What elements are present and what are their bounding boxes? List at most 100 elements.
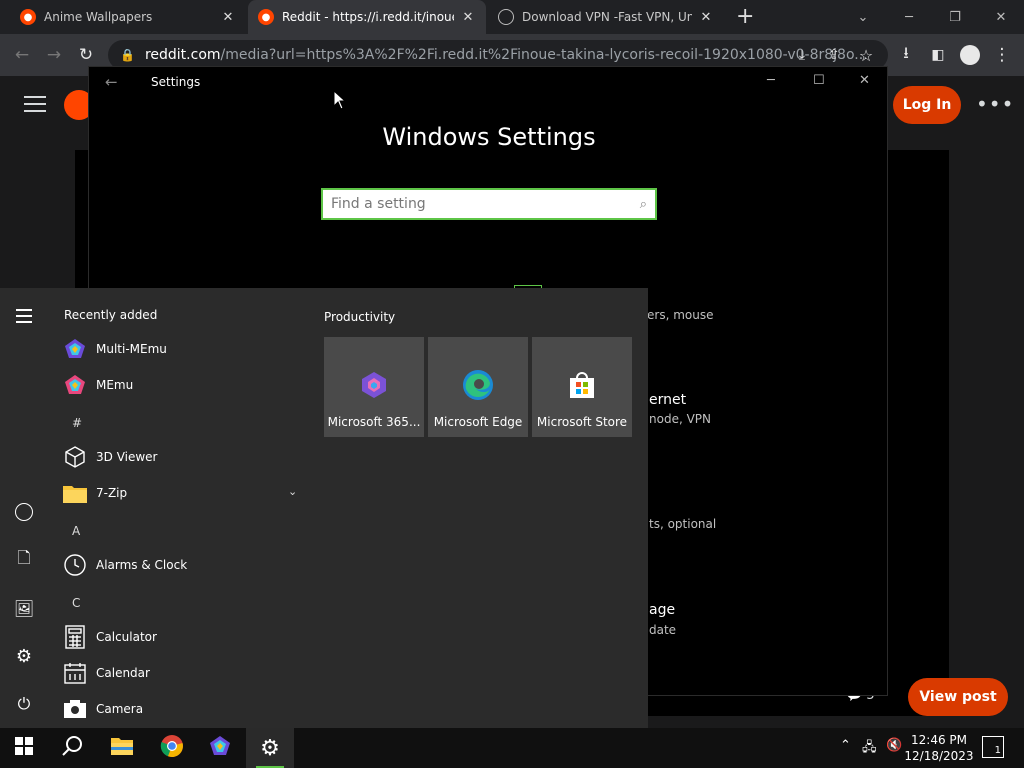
calendar-icon [62, 660, 88, 686]
apps-description: ts, optional [649, 517, 717, 531]
tab-reddit-active[interactable]: ● Reddit - https://i.redd.it/inoue-ta ✕ [248, 0, 486, 34]
app-label: Camera [96, 702, 144, 716]
app-camera[interactable]: Camera [62, 691, 302, 727]
reddit-menu-icon[interactable] [24, 96, 46, 112]
settings-titlebar[interactable]: ← Settings ─ ☐ ✕ [89, 67, 889, 99]
taskbar-settings[interactable]: ⚙ [246, 728, 294, 768]
app-label: 3D Viewer [96, 450, 158, 464]
tile-label: Microsoft 365... [327, 415, 421, 429]
search-icon [61, 735, 83, 761]
tile-microsoft-365[interactable]: Microsoft 365... [324, 337, 424, 437]
chevron-down-icon[interactable]: ⌄ [288, 485, 297, 498]
globe-icon [498, 9, 514, 25]
app-label: Alarms & Clock [96, 558, 188, 572]
tile-microsoft-edge[interactable]: Microsoft Edge [428, 337, 528, 437]
letter-header[interactable]: C [72, 596, 80, 610]
app-3d-viewer[interactable]: 3D Viewer [62, 439, 302, 475]
close-icon[interactable]: ✕ [220, 10, 236, 25]
close-window-icon[interactable]: ✕ [978, 0, 1024, 34]
lock-icon: 🔒 [120, 48, 135, 62]
app-7-zip[interactable]: 7-Zip ⌄ [62, 475, 302, 511]
expand-menu-icon[interactable] [12, 304, 36, 328]
app-memu[interactable]: MEmu [62, 367, 302, 403]
camera-icon [62, 696, 88, 722]
tab-anime-wallpapers[interactable]: ● Anime Wallpapers ✕ [10, 0, 246, 34]
tab-search-icon[interactable]: ⌄ [840, 0, 886, 34]
new-tab-button[interactable]: + [736, 4, 754, 29]
chevron-up-icon[interactable]: ⌃ [840, 738, 851, 753]
forward-arrow-icon[interactable]: → [38, 34, 70, 76]
notification-count: 1 [994, 745, 1001, 756]
memu-icon [62, 336, 88, 362]
side-panel-icon[interactable]: ◧ [922, 34, 954, 76]
pictures-icon[interactable]: 🖼 [12, 596, 36, 620]
store-bag-icon [566, 369, 598, 401]
windows-logo-icon [15, 737, 33, 759]
tile-microsoft-store[interactable]: Microsoft Store [532, 337, 632, 437]
folder-icon [110, 736, 134, 760]
tab-download-vpn[interactable]: Download VPN -Fast VPN, Unlim ✕ [488, 0, 724, 34]
taskbar-memu[interactable] [196, 728, 244, 768]
browser-menu-icon[interactable]: ⋮ [986, 34, 1018, 76]
volume-muted-icon[interactable]: 🔇 [886, 738, 902, 753]
notification-center-icon[interactable]: 1 [982, 736, 1004, 758]
recently-added-heading: Recently added [64, 308, 158, 322]
letter-header[interactable]: # [72, 416, 82, 430]
network-icon[interactable]: 🖧 [862, 738, 877, 760]
3d-cube-icon [62, 444, 88, 470]
app-calendar[interactable]: Calendar [62, 655, 302, 691]
calculator-icon [62, 624, 88, 650]
settings-gear-icon[interactable]: ⚙ [12, 644, 36, 668]
start-rail: 🗋 🖼 ⚙ ⏻ [0, 288, 48, 728]
network-title[interactable]: ernet [649, 392, 686, 408]
more-options-icon[interactable]: ••• [976, 92, 1014, 116]
clock-icon [62, 552, 88, 578]
browser-tabstrip: ● Anime Wallpapers ✕ ● Reddit - https://… [0, 0, 1024, 34]
network-description: node, VPN [649, 412, 711, 426]
back-arrow-icon[interactable]: ← [6, 34, 38, 76]
restore-icon[interactable]: ❐ [932, 0, 978, 34]
mouse-cursor-icon [333, 89, 347, 114]
taskbar-chrome[interactable] [148, 728, 196, 768]
language-description: date [649, 623, 677, 637]
login-button[interactable]: Log In [893, 86, 961, 124]
taskbar-clock[interactable]: 12:46 PM 12/18/2023 [904, 732, 974, 764]
app-calculator[interactable]: Calculator [62, 619, 302, 655]
taskbar-search-button[interactable] [48, 728, 96, 768]
search-icon: ⌕ [639, 196, 647, 212]
letter-header[interactable]: A [72, 524, 80, 538]
profile-avatar-icon[interactable] [954, 34, 986, 76]
minimize-icon[interactable]: ─ [767, 73, 775, 88]
maximize-icon[interactable]: ☐ [813, 73, 825, 88]
close-icon[interactable]: ✕ [698, 10, 714, 25]
app-label: Calendar [96, 666, 150, 680]
start-menu: 🗋 🖼 ⚙ ⏻ Recently added Multi-MEmu MEmu #… [0, 288, 648, 728]
documents-icon[interactable]: 🗋 [12, 548, 36, 572]
close-icon[interactable]: ✕ [460, 10, 476, 25]
power-icon[interactable]: ⏻ [12, 692, 36, 716]
edge-icon [462, 369, 494, 401]
start-button[interactable] [0, 728, 48, 768]
address-host: reddit.com [144, 47, 221, 63]
taskbar-file-explorer[interactable] [98, 728, 146, 768]
close-icon[interactable]: ✕ [859, 73, 870, 88]
user-icon [15, 503, 33, 521]
view-post-button[interactable]: View post [908, 678, 1008, 716]
minimize-icon[interactable]: ─ [886, 0, 932, 34]
memu-icon [62, 372, 88, 398]
user-account-button[interactable] [12, 500, 36, 524]
clock-date: 12/18/2023 [904, 749, 974, 763]
taskbar: ⚙ ⌃ 🖧 🔇 12:46 PM 12/18/2023 1 [0, 728, 1024, 768]
address-path: /media?url=https%3A%2F%2Fi.redd.it%2Fino… [220, 47, 868, 63]
folder-icon [62, 480, 88, 506]
search-box[interactable]: ⌕ [321, 188, 657, 220]
app-label: MEmu [96, 378, 134, 392]
back-arrow-icon[interactable]: ← [105, 73, 118, 91]
page-title: Windows Settings [382, 123, 596, 151]
memu-icon [208, 734, 232, 762]
app-multi-memu[interactable]: Multi-MEmu [62, 331, 302, 367]
search-input[interactable] [331, 196, 640, 212]
downloads-icon[interactable]: ⭳ [890, 34, 922, 76]
language-title[interactable]: age [649, 602, 675, 618]
app-alarms-clock[interactable]: Alarms & Clock [62, 547, 302, 583]
